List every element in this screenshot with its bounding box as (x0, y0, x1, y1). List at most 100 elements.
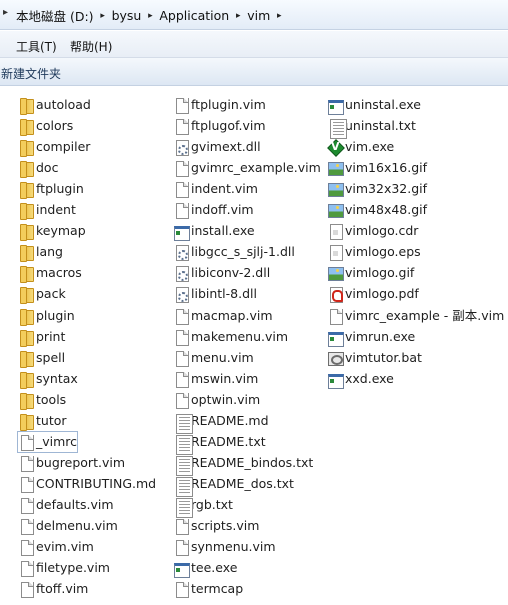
chevron-right-icon[interactable]: ▸ (96, 11, 110, 21)
file-item[interactable]: gvimext.dll (173, 137, 261, 157)
image-icon (327, 160, 344, 177)
file-name: spell (36, 349, 66, 365)
chevron-right-icon[interactable]: ▸ (143, 11, 157, 21)
file-item[interactable]: tools (18, 390, 66, 410)
file-item[interactable]: compiler (18, 137, 90, 158)
folder-icon (18, 392, 34, 410)
file-item[interactable]: vim48x48.gif (327, 200, 427, 220)
file-item[interactable]: filetype.vim (18, 558, 110, 578)
folder-icon (18, 139, 34, 158)
file-name: README.txt (191, 433, 266, 449)
file-item[interactable]: keymap (18, 221, 86, 242)
graphic-document-icon (327, 223, 343, 241)
file-item[interactable]: colors (18, 116, 73, 137)
file-item[interactable]: vimtutor.bat (327, 348, 422, 368)
file-item[interactable]: delmenu.vim (18, 516, 118, 536)
file-item[interactable]: vimlogo.pdf (327, 284, 419, 304)
file-item[interactable]: libintl-8.dll (173, 284, 257, 304)
file-item[interactable]: ftplugin.vim (173, 95, 266, 115)
file-item[interactable]: vimlogo.eps (327, 242, 421, 262)
menu-tools[interactable]: 工具(T) (16, 38, 57, 55)
file-item[interactable]: tee.exe (173, 558, 237, 579)
dll-icon (173, 139, 189, 157)
file-item[interactable]: lang (18, 242, 63, 263)
image-icon (327, 202, 344, 219)
file-item[interactable]: indent.vim (173, 179, 258, 199)
breadcrumb-item-vim[interactable]: vim (245, 8, 272, 23)
file-name: mswin.vim (191, 370, 259, 386)
file-item[interactable]: spell (18, 348, 65, 368)
file-item[interactable]: defaults.vim (18, 495, 114, 515)
menu-help[interactable]: 帮助(H) (70, 38, 112, 55)
image-icon (327, 265, 344, 282)
document-icon (173, 329, 189, 346)
file-item[interactable]: makemenu.vim (173, 327, 288, 347)
file-name: gvimext.dll (191, 139, 261, 155)
address-bar[interactable]: ▸ 本地磁盘 (D:) ▸ bysu ▸ Application ▸ vim ▸ (0, 0, 508, 30)
file-item[interactable]: macmap.vim (173, 306, 273, 326)
file-item[interactable]: macros (18, 263, 82, 284)
file-item[interactable]: pack (18, 284, 66, 305)
file-item[interactable]: xxd.exe (327, 369, 394, 389)
file-item[interactable]: README.md (173, 411, 269, 434)
file-item[interactable]: vimlogo.cdr (327, 221, 418, 241)
file-item[interactable]: vim32x32.gif (327, 179, 427, 199)
folder-icon (18, 413, 34, 431)
file-item[interactable]: indent (18, 200, 76, 221)
new-folder-button[interactable]: 新建文件夹 (1, 65, 61, 82)
file-item[interactable]: _vimrc (16, 430, 79, 453)
file-item[interactable]: ftplugin (18, 179, 84, 200)
file-item[interactable]: print (18, 327, 65, 347)
file-item[interactable]: indoff.vim (173, 200, 254, 220)
file-item[interactable]: CONTRIBUTING.md (18, 474, 156, 494)
file-item[interactable]: menu.vim (173, 348, 254, 368)
file-item[interactable]: vim16x16.gif (327, 158, 427, 178)
file-item[interactable]: gvimrc_example.vim (173, 158, 321, 178)
file-item[interactable]: rgb.txt (173, 495, 233, 518)
chevron-right-icon[interactable]: ▸ (231, 11, 245, 21)
folder-icon (18, 118, 34, 137)
file-name: autoload (36, 97, 91, 112)
file-item[interactable]: doc (18, 158, 58, 179)
command-toolbar: 新建文件夹 (0, 58, 508, 86)
file-name: xxd.exe (345, 370, 394, 386)
file-item[interactable]: termcap (173, 579, 243, 599)
file-item[interactable]: autoload (18, 95, 91, 115)
file-item[interactable]: ftplugof.vim (173, 116, 266, 136)
file-item[interactable]: vimlogo.gif (327, 263, 414, 283)
chevron-right-icon[interactable]: ▸ (272, 11, 286, 21)
file-item[interactable]: evim.vim (18, 537, 94, 557)
file-item[interactable]: bugreport.vim (18, 453, 125, 473)
file-item[interactable]: synmenu.vim (173, 537, 276, 557)
file-item[interactable]: syntax (18, 369, 78, 389)
file-name: plugin (36, 307, 75, 323)
file-item[interactable]: uninstal.txt (327, 116, 416, 140)
file-item[interactable]: README_dos.txt (173, 474, 294, 497)
file-item[interactable]: README_bindos.txt (173, 453, 313, 476)
document-icon (173, 160, 189, 178)
file-name: ftoff.vim (36, 581, 89, 597)
folder-icon (18, 350, 34, 368)
document-icon (173, 350, 189, 367)
file-item[interactable]: uninstal.exe (327, 95, 421, 115)
file-item[interactable]: optwin.vim (173, 390, 260, 410)
file-name: ftplugin (36, 181, 84, 197)
file-item[interactable]: scripts.vim (173, 516, 259, 536)
breadcrumb-item-bysu[interactable]: bysu (110, 8, 144, 23)
document-icon (173, 539, 189, 557)
file-item[interactable]: vimrc_example - 副本.vim (327, 306, 504, 326)
breadcrumb: 本地磁盘 (D:) ▸ bysu ▸ Application ▸ vim ▸ (14, 6, 286, 25)
file-item[interactable]: plugin (18, 306, 75, 326)
file-item[interactable]: install.exe (173, 221, 255, 242)
file-item[interactable]: libgcc_s_sjlj-1.dll (173, 242, 295, 262)
file-item[interactable]: README.txt (173, 432, 266, 455)
file-item[interactable]: mswin.vim (173, 369, 258, 389)
file-item[interactable]: vim.exe (327, 137, 394, 157)
breadcrumb-item-drive[interactable]: 本地磁盘 (D:) (14, 6, 96, 25)
chevron-right-icon[interactable]: ▸ (3, 7, 8, 18)
file-item[interactable]: ftoff.vim (18, 579, 88, 599)
file-item[interactable]: libiconv-2.dll (173, 263, 270, 283)
breadcrumb-item-application[interactable]: Application (157, 8, 231, 23)
file-item[interactable]: vimrun.exe (327, 327, 415, 347)
file-item[interactable]: tutor (18, 411, 67, 431)
